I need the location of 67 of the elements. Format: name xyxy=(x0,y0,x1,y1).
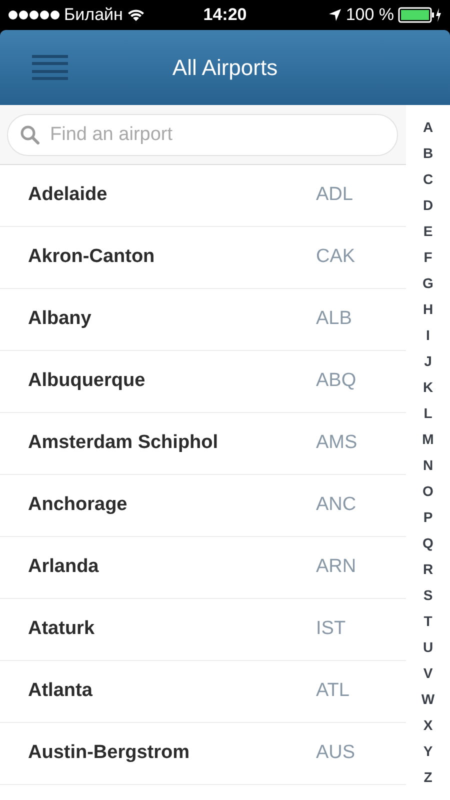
index-letter[interactable]: L xyxy=(406,400,450,426)
header-title: All Airports xyxy=(171,54,279,82)
airport-name: Akron-Canton xyxy=(28,245,156,270)
menu-button[interactable] xyxy=(32,52,68,82)
airport-row[interactable]: Adelaide ADL xyxy=(0,165,406,227)
index-letter[interactable]: U xyxy=(406,634,450,660)
airport-row[interactable]: Austin-Bergstrom AUS xyxy=(0,723,406,785)
airport-name: Adelaide xyxy=(28,183,108,208)
index-letter[interactable]: Y xyxy=(406,738,450,764)
index-letter[interactable]: Z xyxy=(406,764,450,790)
airport-row[interactable]: Arlanda ARN xyxy=(0,537,406,599)
airport-code: CAK xyxy=(316,245,356,270)
airport-name: Arlanda xyxy=(28,555,100,580)
index-letter[interactable]: N xyxy=(406,452,450,478)
index-letter[interactable]: D xyxy=(406,192,450,218)
airport-row[interactable]: Albuquerque ABQ xyxy=(0,351,406,413)
location-arrow-icon xyxy=(328,8,342,22)
airport-row[interactable]: Akron-Canton CAK xyxy=(0,227,406,289)
index-letter[interactable]: E xyxy=(406,218,450,244)
airport-code: ARN xyxy=(316,555,358,580)
index-letter[interactable]: B xyxy=(406,140,450,166)
airport-code: AMS xyxy=(316,431,358,456)
index-letter[interactable]: V xyxy=(406,660,450,686)
airport-code: ATL xyxy=(316,679,350,704)
index-letter[interactable]: C xyxy=(406,166,450,192)
airport-name: Anchorage xyxy=(28,493,128,518)
airport-code: ADL xyxy=(316,183,354,208)
carrier-name: Билайн xyxy=(64,4,123,26)
airport-code: IST xyxy=(316,617,347,642)
airport-code: ABQ xyxy=(316,369,358,394)
index-letter[interactable]: R xyxy=(406,556,450,582)
airport-row[interactable]: Ataturk IST xyxy=(0,599,406,661)
index-letter[interactable]: P xyxy=(406,504,450,530)
index-letter[interactable]: O xyxy=(406,478,450,504)
index-letter[interactable]: I xyxy=(406,322,450,348)
index-letter[interactable]: H xyxy=(406,296,450,322)
index-letter[interactable]: G xyxy=(406,270,450,296)
index-letter[interactable]: W xyxy=(406,686,450,712)
airport-code: ALB xyxy=(316,307,353,332)
battery-icon xyxy=(398,7,442,23)
airport-row[interactable]: Anchorage ANC xyxy=(0,475,406,537)
airport-name: Albany xyxy=(28,307,92,332)
search-field[interactable]: Find an airport xyxy=(7,114,398,156)
airport-row[interactable]: Atlanta ATL xyxy=(0,661,406,723)
index-letter[interactable]: M xyxy=(406,426,450,452)
index-letter[interactable]: F xyxy=(406,244,450,270)
status-time: 14:20 xyxy=(203,4,247,26)
airport-name: Amsterdam Schiphol xyxy=(28,431,220,456)
airport-code: ANC xyxy=(316,493,358,518)
index-letter[interactable]: X xyxy=(406,712,450,738)
airport-row[interactable]: Albany ALB xyxy=(0,289,406,351)
index-letter[interactable]: A xyxy=(406,114,450,140)
index-letter[interactable]: S xyxy=(406,582,450,608)
index-letter[interactable]: T xyxy=(406,608,450,634)
wifi-icon xyxy=(126,8,145,22)
airport-name: Austin-Bergstrom xyxy=(28,741,191,766)
index-letter[interactable]: K xyxy=(406,374,450,400)
battery-percent: 100 % xyxy=(346,4,394,26)
airport-name: Atlanta xyxy=(28,679,94,704)
airport-code: AUS xyxy=(316,741,356,766)
index-letter[interactable]: J xyxy=(406,348,450,374)
signal-icon xyxy=(8,10,60,20)
airport-row[interactable]: Amsterdam Schiphol AMS xyxy=(0,413,406,475)
airport-name: Albuquerque xyxy=(28,369,146,394)
search-icon xyxy=(20,124,40,144)
airport-name: Ataturk xyxy=(28,617,96,642)
index-letter[interactable]: Q xyxy=(406,530,450,556)
